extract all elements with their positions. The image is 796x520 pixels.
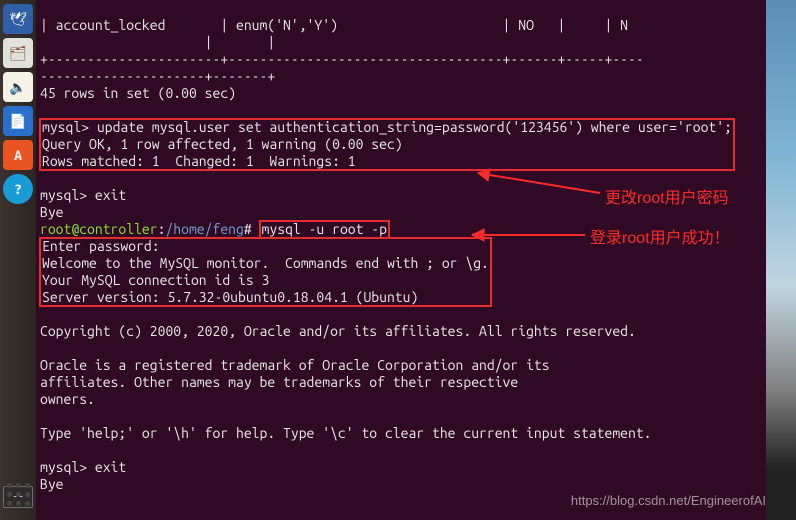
arrow-icon (460, 226, 590, 244)
table-row: | | (40, 34, 275, 50)
arrow-icon (460, 165, 610, 201)
update-password-block: mysql> update mysql.user set authenticat… (40, 119, 734, 170)
table-sep: +----------------------+----------------… (40, 51, 644, 67)
trademark-line: owners. (40, 391, 95, 407)
table-sep: ---------------------+-------+ (40, 68, 275, 84)
mysql-exit: mysql> exit (40, 187, 126, 203)
launcher-help-icon[interactable]: ? (3, 174, 33, 204)
annotation-login-success: 登录root用户成功！ (590, 224, 730, 248)
trademark-line: Oracle is a registered trademark of Orac… (40, 357, 550, 373)
apps-grid-icon[interactable] (4, 480, 32, 508)
right-window-strip (766, 0, 796, 520)
welcome-block: Enter password: Welcome to the MySQL mon… (40, 238, 491, 306)
launcher-writer-icon[interactable]: 📄 (3, 106, 33, 136)
unity-launcher[interactable]: 🕊 🗂 🔈 📄 A ? -- (0, 0, 36, 520)
watermark: https://blog.csdn.net/EngineerofAI (571, 493, 766, 508)
shell-prompt-user: root@controller (40, 221, 158, 237)
launcher-files-icon[interactable]: 🗂 (3, 38, 33, 68)
mysql-bye: Bye (40, 204, 64, 220)
help-line: Type 'help;' or '\h' for help. Type '\c'… (40, 425, 652, 441)
copyright-line: Copyright (c) 2000, 2020, Oracle and/or … (40, 323, 636, 339)
launcher-software-icon[interactable]: A (3, 140, 33, 170)
trademark-line: affiliates. Other names may be trademark… (40, 374, 518, 390)
mysql-bye: Bye (40, 476, 64, 492)
shell-prompt-path: /home/feng (165, 221, 243, 237)
annotation-change-password: 更改root用户密码 (605, 184, 729, 208)
mysql-exit: mysql> exit (40, 459, 126, 475)
table-row: | account_locked | enum('N','Y') | NO | … (40, 17, 628, 33)
launcher-music-icon[interactable]: 🔈 (3, 72, 33, 102)
rows-summary: 45 rows in set (0.00 sec) (40, 85, 236, 101)
terminal-output[interactable]: | account_locked | enum('N','Y') | NO | … (36, 0, 766, 520)
launcher-thunderbird-icon[interactable]: 🕊 (3, 4, 33, 34)
login-command-box: mysql -u root -p (260, 221, 389, 238)
